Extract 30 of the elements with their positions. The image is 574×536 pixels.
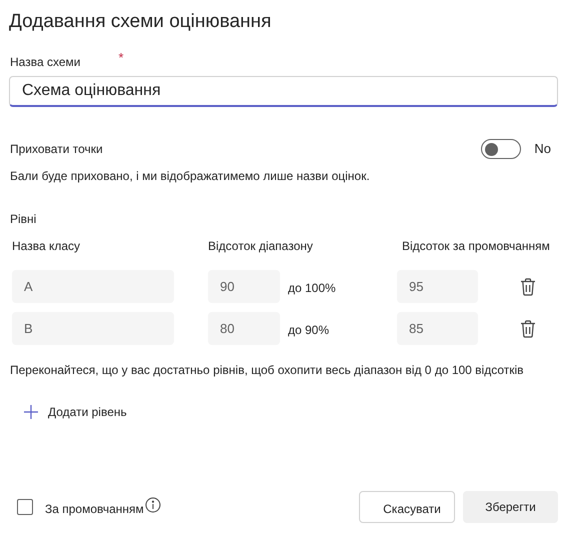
field-label: Назва схеми: [10, 54, 80, 70]
toggle-state-text: No: [534, 140, 551, 158]
column-header: Відсоток діапазону: [208, 239, 313, 253]
range-from-field[interactable]: 80: [208, 312, 280, 345]
info-icon[interactable]: [144, 497, 161, 513]
default-percent-field[interactable]: 85: [397, 312, 478, 345]
delete-icon[interactable]: [520, 320, 536, 338]
hint-text: Переконайтеся, що у вас достатньо рівнів, щоб охопити весь діапазон від 0 до 100 відсотків: [9, 362, 525, 378]
range-to-text: до 90%: [288, 322, 330, 338]
description-text: Бали буде приховано, і ми відображатимемо лише назви оцінок.: [9, 168, 371, 184]
cancel-button[interactable]: Скасувати: [359, 491, 455, 523]
column-header: Відсоток за промовчанням: [402, 239, 550, 253]
toggle-label: Приховати точки: [10, 141, 103, 158]
checkbox[interactable]: [17, 499, 33, 515]
grade-name-field[interactable]: B: [12, 312, 174, 345]
default-percent-field[interactable]: 95: [397, 270, 478, 303]
column-header: Назва класу: [12, 239, 80, 253]
checkbox-label: За промовчанням: [45, 501, 144, 518]
delete-icon[interactable]: [520, 278, 536, 296]
required-mark: *: [118, 49, 124, 67]
add-level-button[interactable]: Додати рівень: [24, 403, 127, 421]
name-input-field[interactable]: Схема оцінювання: [9, 76, 558, 107]
plus-icon: [24, 405, 38, 419]
range-from-field[interactable]: 90: [208, 270, 280, 303]
section-label: Рівні: [9, 211, 38, 227]
save-button[interactable]: Зберегти: [463, 491, 558, 523]
toggle-switch[interactable]: [481, 139, 522, 159]
grade-name-field[interactable]: A: [12, 270, 174, 303]
range-to-text: до 100%: [288, 280, 337, 296]
dialog-title: Додавання схеми оцінювання: [8, 10, 272, 34]
